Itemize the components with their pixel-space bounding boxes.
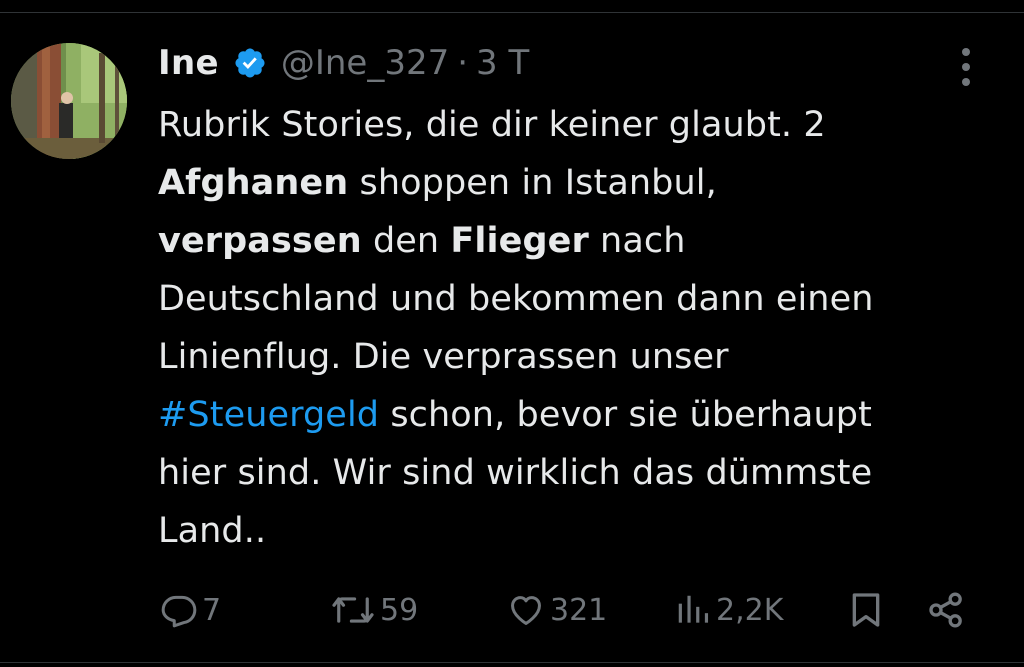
avatar[interactable] [11,43,127,159]
tweet-text-line: Afghanen shoppen in Istanbul, [158,154,1003,212]
text-segment: nach [588,221,686,261]
reply-icon [161,595,197,628]
share-icon [929,592,962,628]
text-segment: Linienflug. Die verprassen unser [158,337,729,377]
retweet-count: 59 [380,592,419,628]
text-segment: schon, bevor sie überhaupt [379,395,872,435]
bookmark-icon [852,593,880,627]
tweet-text: Rubrik Stories, die dir keiner glaubt. 2… [158,96,1003,560]
like-count: 321 [550,592,608,628]
retweet-button[interactable]: 59 [330,586,418,634]
reply-button[interactable]: 7 [160,586,221,634]
bottom-divider [0,662,1024,663]
author-display-name[interactable]: Ine [158,43,219,83]
share-button[interactable] [926,586,966,634]
top-divider [0,12,1024,13]
action-bar: 7 59 321 2,2K [0,586,1024,634]
tweet-text-line: Rubrik Stories, die dir keiner glaubt. 2 [158,96,1003,154]
more-options-icon[interactable] [956,48,976,86]
heart-icon [511,596,541,625]
tweet-text-line: Linienflug. Die verprassen unser [158,328,1003,386]
text-segment: den [361,221,451,261]
text-segment: Rubrik Stories, die dir keiner glaubt. 2 [158,105,826,145]
tweet-text-line: hier sind. Wir sind wirklich das dümmste [158,444,1003,502]
avatar-image [11,43,127,159]
retweet-icon [332,597,374,623]
views-count: 2,2K [716,592,784,628]
verified-badge-icon[interactable] [233,46,267,80]
tweet-header: Ine @Ine_327 · 3 T [158,38,529,88]
bold-text: verpassen [158,221,362,261]
bookmark-button[interactable] [846,586,886,634]
hashtag-link[interactable]: #Steuergeld [158,395,379,435]
views-icon [678,595,709,623]
reply-count: 7 [202,592,222,628]
text-segment: hier sind. Wir sind wirklich das dümmste [158,453,873,493]
views-button[interactable]: 2,2K [674,586,783,634]
text-segment: shoppen in Istanbul, [348,163,717,203]
tweet-text-line: Deutschland und bekommen dann einen [158,270,1003,328]
tweet-text-line: #Steuergeld schon, bevor sie überhaupt [158,386,1003,444]
tweet-text-line: Land.. [158,502,1003,560]
text-segment: Land.. [158,511,267,551]
tweet-text-line: verpassen den Flieger nach [158,212,1003,270]
tweet-screen: Ine @Ine_327 · 3 T Rubrik Stories, die d… [0,0,1024,667]
like-button[interactable]: 321 [506,586,607,634]
header-separator: · [457,43,469,83]
tweet-timestamp[interactable]: 3 T [476,43,529,83]
bold-text: Flieger [450,221,589,261]
author-handle[interactable]: @Ine_327 [281,43,449,83]
text-segment: Deutschland und bekommen dann einen [158,279,874,319]
bold-text: Afghanen [158,163,349,203]
